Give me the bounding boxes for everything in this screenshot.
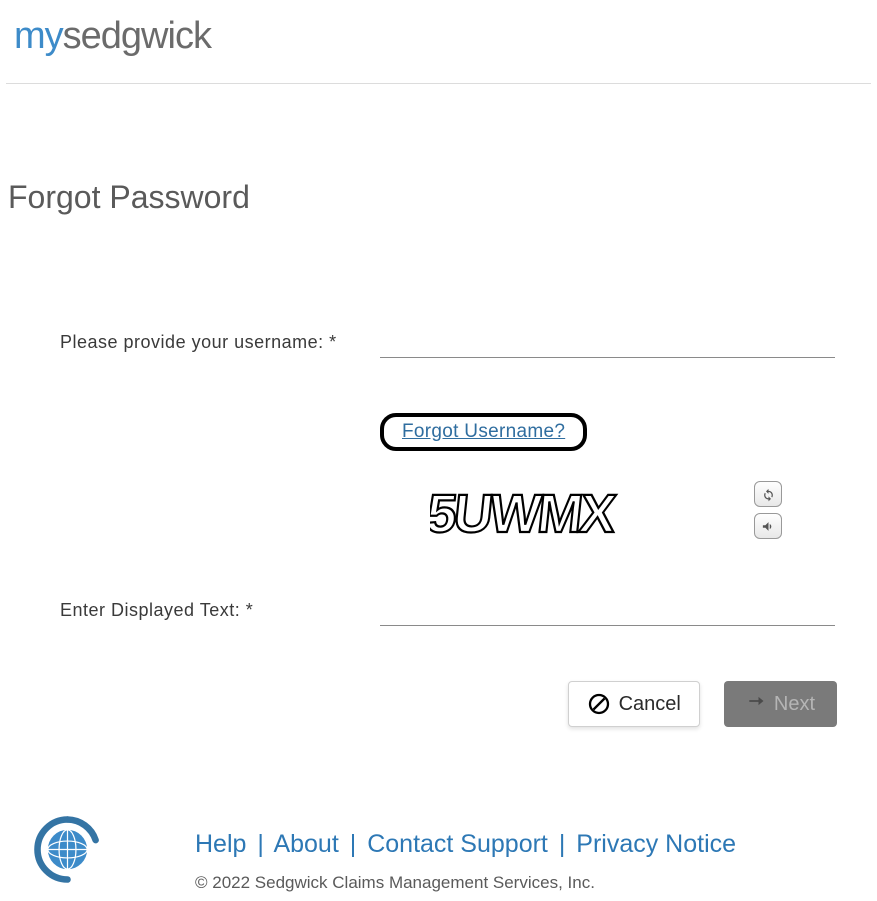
svg-text:5UWMX: 5UWMX bbox=[430, 484, 619, 544]
footer: Help | About | Contact Support | Privacy… bbox=[0, 812, 877, 901]
copyright-text: © 2022 Sedgwick Claims Management Servic… bbox=[195, 873, 736, 893]
username-label: Please provide your username: * bbox=[60, 332, 380, 353]
forgot-password-form: Please provide your username: * Forgot U… bbox=[0, 216, 877, 727]
captcha-label: Enter Displayed Text: * bbox=[60, 600, 380, 621]
captcha-svg: 5UWMX bbox=[430, 484, 700, 544]
next-label: Next bbox=[774, 693, 815, 716]
page-title: Forgot Password bbox=[0, 84, 877, 216]
header: mysedgwick bbox=[0, 0, 877, 83]
footer-content: Help | About | Contact Support | Privacy… bbox=[195, 812, 736, 893]
username-input[interactable] bbox=[380, 331, 835, 358]
captcha-input-row: Enter Displayed Text: * bbox=[60, 599, 837, 626]
footer-separator: | bbox=[559, 830, 566, 858]
refresh-icon bbox=[761, 487, 776, 502]
forgot-username-row: Forgot Username? bbox=[380, 413, 837, 451]
footer-link-contact[interactable]: Contact Support bbox=[367, 830, 548, 858]
captcha-image: 5UWMX bbox=[400, 479, 730, 549]
captcha-row: 5UWMX bbox=[400, 479, 837, 549]
cancel-icon bbox=[587, 692, 611, 716]
cancel-label: Cancel bbox=[619, 693, 681, 716]
arrow-right-icon bbox=[746, 691, 766, 717]
forgot-username-highlight: Forgot Username? bbox=[380, 413, 587, 451]
next-button[interactable]: Next bbox=[724, 681, 837, 727]
footer-link-privacy[interactable]: Privacy Notice bbox=[576, 830, 736, 858]
logo-suffix: sedgwick bbox=[63, 15, 211, 57]
cancel-button[interactable]: Cancel bbox=[568, 681, 700, 727]
logo: mysedgwick bbox=[14, 15, 863, 58]
captcha-audio-button[interactable] bbox=[754, 513, 782, 539]
logo-prefix: my bbox=[14, 15, 63, 57]
footer-globe-icon bbox=[30, 812, 105, 887]
captcha-refresh-button[interactable] bbox=[754, 481, 782, 507]
audio-icon bbox=[761, 519, 776, 534]
forgot-username-link[interactable]: Forgot Username? bbox=[402, 421, 565, 442]
footer-separator: | bbox=[350, 830, 357, 858]
footer-link-about[interactable]: About bbox=[273, 830, 338, 858]
captcha-input[interactable] bbox=[380, 599, 835, 626]
captcha-controls bbox=[754, 481, 782, 539]
footer-separator: | bbox=[257, 830, 264, 858]
footer-link-help[interactable]: Help bbox=[195, 830, 246, 858]
username-row: Please provide your username: * bbox=[60, 331, 837, 358]
action-row: Cancel Next bbox=[60, 681, 837, 727]
footer-links: Help | About | Contact Support | Privacy… bbox=[195, 830, 736, 859]
